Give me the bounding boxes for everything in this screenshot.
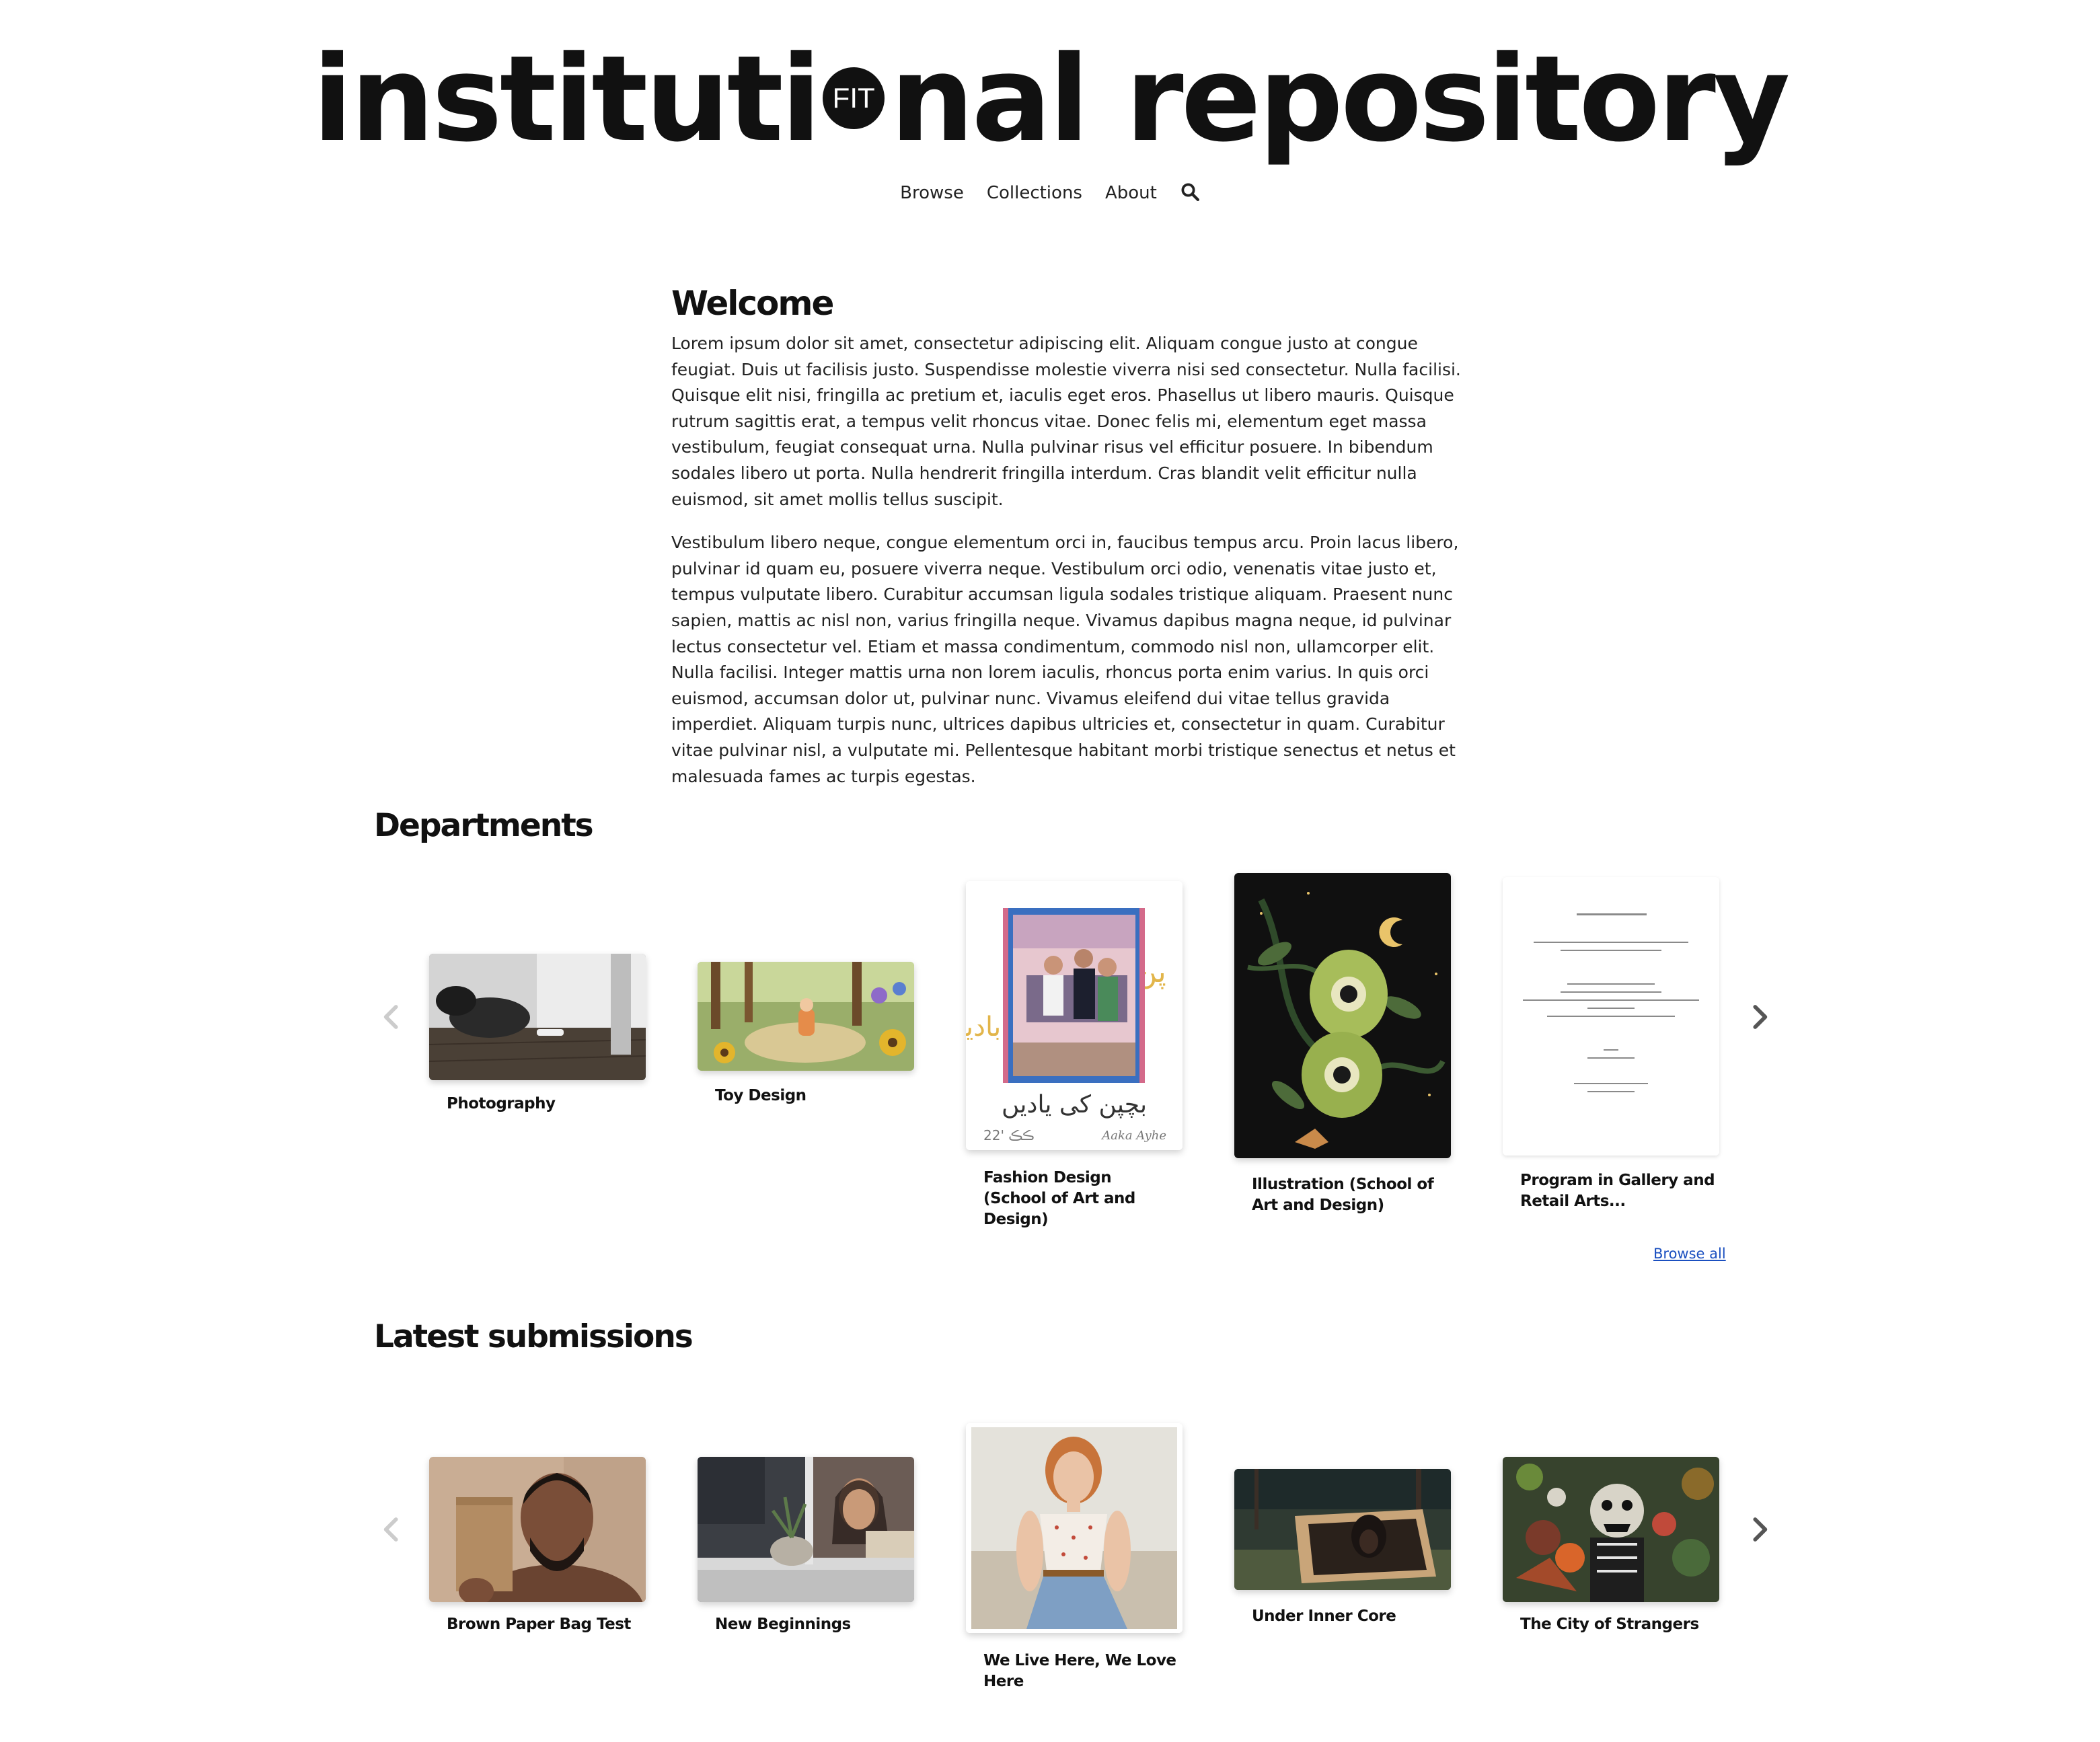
latest-submissions-title: Latest submissions bbox=[374, 1318, 693, 1355]
main-nav: Browse Collections About bbox=[0, 183, 2100, 203]
submission-label[interactable]: Under Inner Core bbox=[1252, 1606, 1447, 1627]
latest-submissions-carousel: Brown Paper Bag Test New Beginnings We L… bbox=[374, 1419, 1773, 1715]
nav-about[interactable]: About bbox=[1105, 183, 1157, 203]
gallery-retail-thumbnail bbox=[1503, 877, 1719, 1156]
submission-label[interactable]: We Live Here, We Love Here bbox=[983, 1651, 1178, 1692]
poster-footer-left: ڪڪ '22 bbox=[983, 1127, 1035, 1143]
welcome-paragraph-1: Lorem ipsum dolor sit amet, consectetur … bbox=[671, 334, 1461, 509]
departments-carousel: Photography Toy Design ﺧ bbox=[374, 868, 1773, 1271]
we-live-here-thumbnail bbox=[966, 1423, 1183, 1633]
new-beginnings-thumbnail bbox=[698, 1457, 914, 1602]
poster-title: بچپن کی یادیں bbox=[1002, 1091, 1147, 1119]
department-label[interactable]: Fashion Design (School of Art and Design… bbox=[983, 1168, 1178, 1230]
illustration-thumbnail bbox=[1234, 873, 1451, 1158]
submission-label[interactable]: New Beginnings bbox=[715, 1614, 910, 1635]
department-label[interactable]: Toy Design bbox=[715, 1086, 910, 1106]
nav-browse[interactable]: Browse bbox=[900, 183, 964, 203]
chevron-right-icon[interactable] bbox=[1746, 1516, 1773, 1543]
welcome-section: Welcome Lorem ipsum dolor sit amet, cons… bbox=[671, 282, 1478, 807]
chevron-left-icon[interactable] bbox=[378, 1003, 405, 1030]
fit-logo-mark: FIT bbox=[823, 67, 885, 129]
submission-label[interactable]: The City of Strangers bbox=[1520, 1614, 1715, 1635]
submission-label[interactable]: Brown Paper Bag Test bbox=[447, 1614, 642, 1635]
toy-design-thumbnail bbox=[698, 962, 914, 1071]
under-inner-core-thumbnail bbox=[1234, 1469, 1451, 1590]
logo-text-right: nal repository bbox=[890, 30, 1790, 168]
department-label[interactable]: Program in Gallery and Retail Arts... bbox=[1520, 1170, 1715, 1212]
city-of-strangers-thumbnail bbox=[1503, 1457, 1719, 1602]
fashion-design-thumbnail: ﺧﻮاب ﭘﻦ ﺑﺎدﯾ بچپن کی یادیں ڪڪ '22 Aaka A… bbox=[966, 881, 1183, 1150]
welcome-paragraph-2: Vestibulum libero neque, congue elementu… bbox=[671, 533, 1459, 786]
search-icon[interactable] bbox=[1180, 182, 1200, 202]
browse-all-link[interactable]: Browse all bbox=[1653, 1246, 1726, 1262]
welcome-title: Welcome bbox=[671, 284, 834, 323]
departments-title: Departments bbox=[374, 807, 594, 844]
chevron-left-icon[interactable] bbox=[378, 1516, 405, 1543]
svg-text:ﺑﺎدﯾ: ﺑﺎدﯾ bbox=[966, 1012, 1001, 1043]
brown-paper-bag-test-thumbnail bbox=[429, 1457, 646, 1602]
site-logo[interactable]: instituti FIT nal repository bbox=[0, 32, 2100, 167]
nav-collections[interactable]: Collections bbox=[987, 183, 1082, 203]
photography-thumbnail bbox=[429, 954, 646, 1080]
poster-footer-right: Aaka Ayhe bbox=[1102, 1129, 1166, 1143]
chevron-right-icon[interactable] bbox=[1746, 1003, 1773, 1030]
department-label[interactable]: Illustration (School of Art and Design) bbox=[1252, 1174, 1447, 1216]
logo-text-left: instituti bbox=[312, 30, 821, 168]
department-label[interactable]: Photography bbox=[447, 1094, 642, 1114]
